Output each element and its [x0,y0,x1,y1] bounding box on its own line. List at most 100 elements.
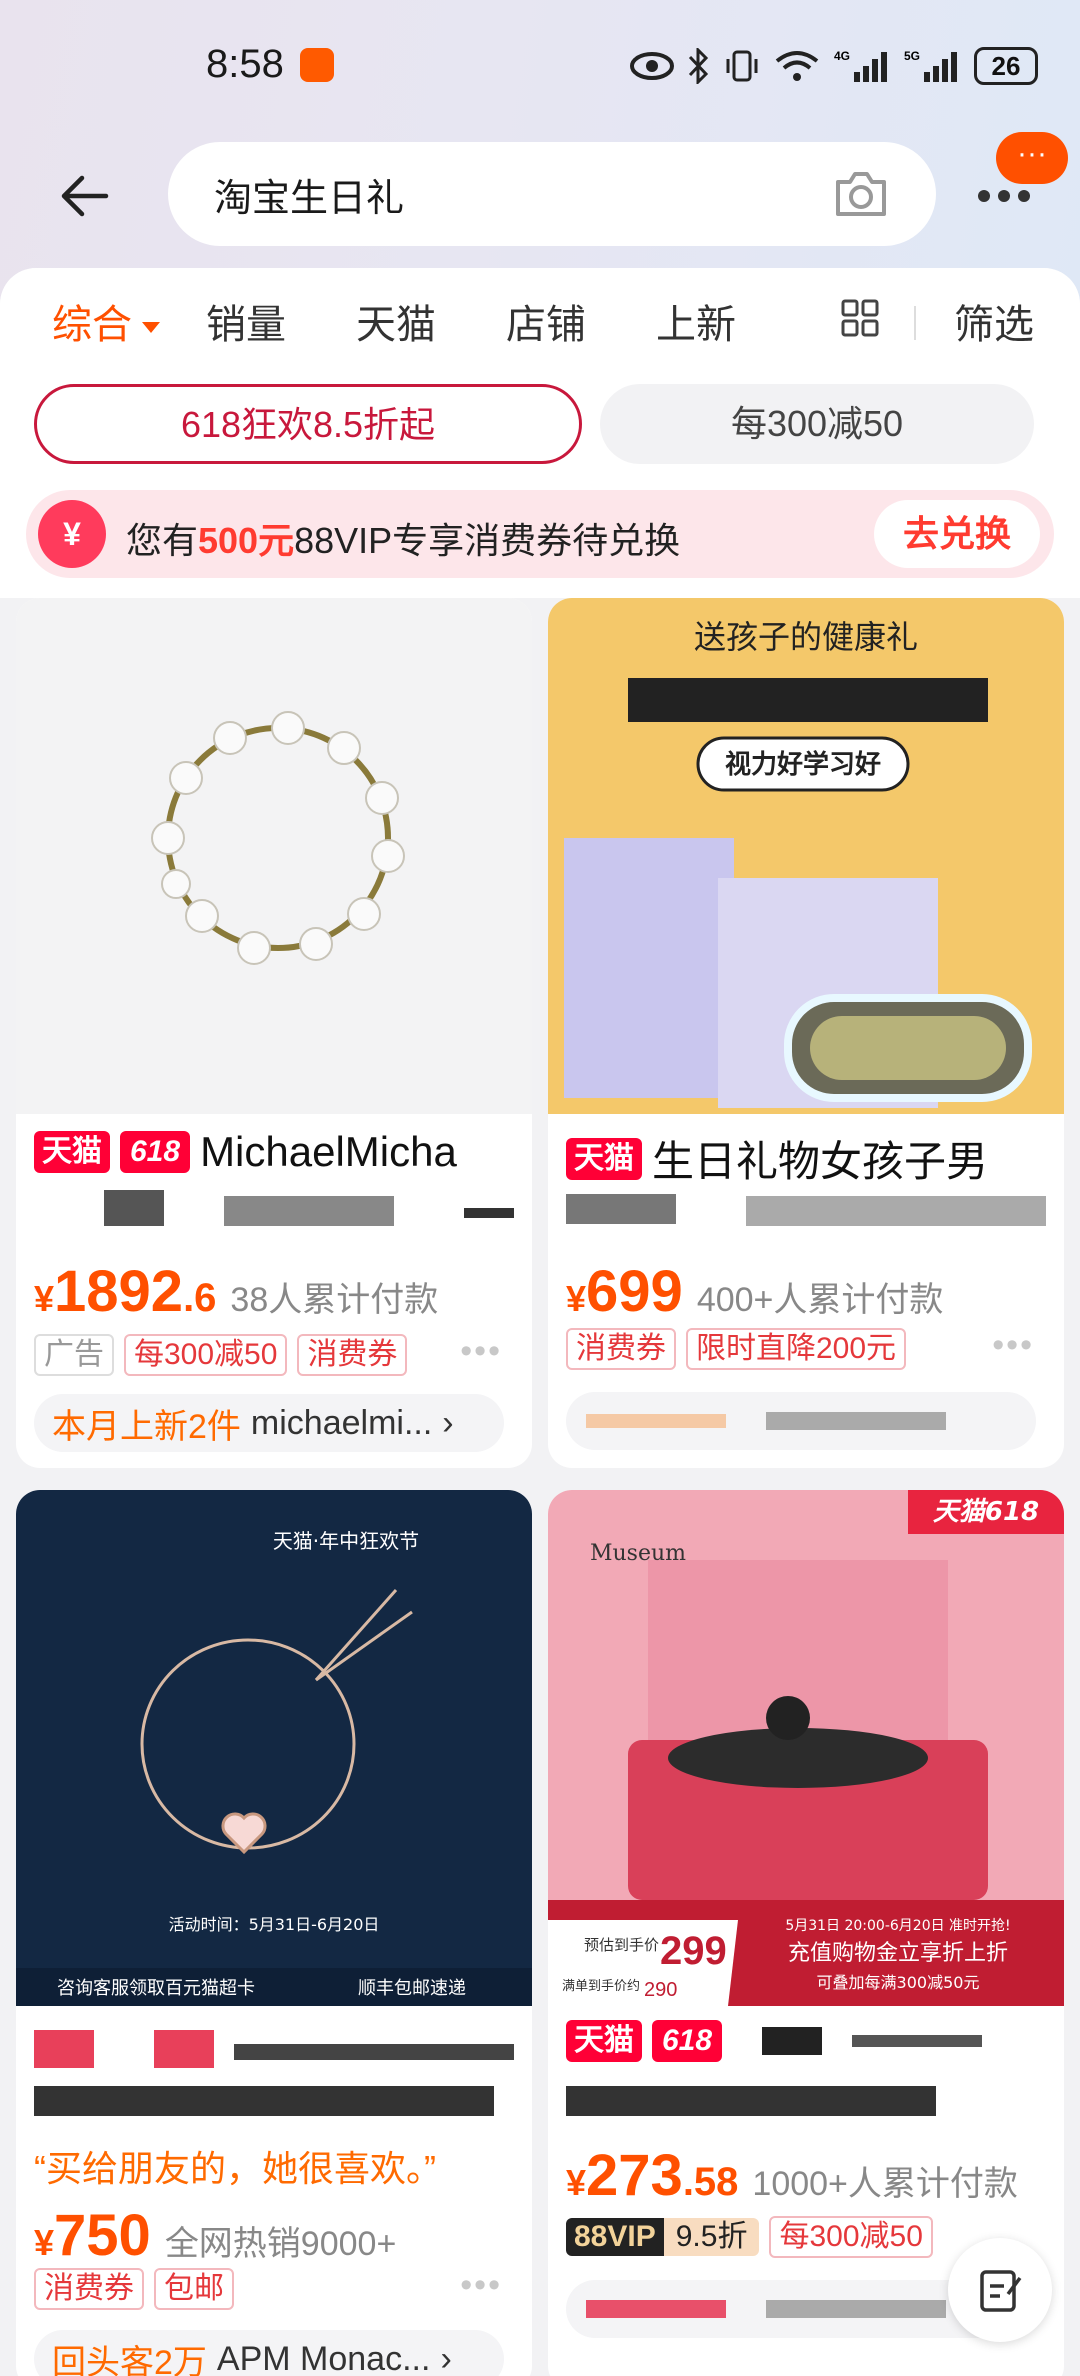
filter-button[interactable]: 筛选 [954,292,1034,350]
tab-divider [914,306,916,340]
tab-new[interactable]: 上新 [656,292,736,350]
back-button[interactable] [48,160,120,232]
product-image-floral-bracelet [16,598,532,1114]
product-image-eye-massager: 送孩子的健康礼 视力好学习好 [548,598,1064,1114]
618-tag: 618 [652,2020,723,2062]
product-card[interactable]: 天猫·年中狂欢节 活动时间：5月31日-6月20日 咨询客服领取百元猫超卡 顺丰… [16,1490,532,2376]
product-card[interactable]: 天猫 618 MichaelMicha ¥1892.6 38人累计付款 广告 每… [16,598,532,1468]
promo-tags: 88VIP 9.5折 每300减50 [566,2216,933,2258]
status-icons: 4G 5G 26 [630,44,1038,88]
svg-text:5月31日 20:00-6月20日 准时开抢!: 5月31日 20:00-6月20日 准时开抢! [785,1917,1010,1934]
product-price: ¥699 [566,1259,683,1324]
svg-text:活动时间：5月31日-6月20日: 活动时间：5月31日-6月20日 [169,1915,380,1934]
svg-text:视力好学习好: 视力好学习好 [725,749,881,780]
promo-tag: 每300减50 [769,2216,933,2258]
price-row: ¥750 全网热销9000+ [34,2202,396,2269]
tmall-tag: 天猫 [34,1131,110,1173]
price-row: ¥273.58 1000+人累计付款 [566,2142,1018,2209]
promo-tag: 消费券 [34,2268,144,2310]
taobao-notification-icon [300,48,334,82]
feedback-button[interactable] [948,2238,1052,2342]
svg-text:天猫618: 天猫618 [933,1497,1039,1527]
tab-comprehensive[interactable]: 综合 [52,292,160,350]
618-tag: 618 [120,1131,191,1173]
svg-text:预估到手价: 预估到手价 [584,1936,659,1954]
sort-tabs: 综合 销量 天猫 店铺 上新 筛选 [0,280,1080,356]
wifi-icon [775,51,819,81]
redacted-info [566,2086,936,2116]
chevron-right-icon: › [442,1403,454,1442]
tab-tmall[interactable]: 天猫 [356,292,436,350]
battery-indicator: 26 [974,47,1038,85]
caret-down-icon [142,321,160,333]
svg-text:4G: 4G [834,49,850,63]
svg-text:满单到手价约: 满单到手价约 [562,1979,640,1994]
bluetooth-icon [688,48,709,84]
product-title: MichaelMicha [200,1128,457,1175]
product-image-record-player: 天猫618 Museum 预估到手价 299 满单到手价约 290 5月31日 … [548,1490,1064,2006]
price-row: ¥699 400+人累计付款 [566,1258,943,1325]
search-query-text: 淘宝生日礼 [214,177,405,220]
more-dots-icon[interactable]: ••• [460,1332,502,1371]
svg-text:299: 299 [660,1929,727,1973]
svg-text:顺丰包邮速递: 顺丰包邮速递 [358,1978,466,1999]
arrow-left-icon [61,175,109,217]
tmall-tag: 天猫 [566,1137,642,1180]
svg-text:咨询客服领取百元猫超卡: 咨询客服领取百元猫超卡 [57,1978,255,1999]
promo-tag: 每300减50 [124,1334,288,1376]
more-dots-icon[interactable]: ••• [460,2266,502,2305]
signal-4g-icon: 4G [834,49,887,82]
sales-count: 38人累计付款 [230,1281,439,1319]
redacted-title [34,2030,514,2116]
promo-tag: 消费券 [566,1328,676,1370]
tab-sales[interactable]: 销量 [206,292,286,350]
message-badge[interactable]: ··· [996,132,1068,184]
promo-tags: 广告 每300减50 消费券 [34,1334,408,1376]
redacted-info [566,1194,1046,1226]
camera-icon[interactable] [832,168,890,220]
product-price: ¥1892.6 [34,1259,217,1324]
chevron-right-icon: › [440,2339,452,2376]
svg-text:可叠加每满300减50元: 可叠加每满300减50元 [817,1973,980,1992]
search-input[interactable]: 淘宝生日礼 [168,142,936,246]
coupon-icon: ¥ [38,500,106,568]
sales-count: 1000+人累计付款 [752,2165,1018,2203]
redacted-shop-link[interactable] [566,1392,1036,1450]
product-title-row: 天猫 618 MichaelMicha [34,1128,457,1176]
product-card[interactable]: 送孩子的健康礼 视力好学习好 天猫 生日礼物女孩子男 ¥699 400+人累计付… [548,598,1064,1468]
more-dots-icon[interactable]: ••• [992,1326,1034,1365]
product-title: 生日礼物女孩子男 [652,1138,989,1185]
svg-text:充值购物金立享折上折: 充值购物金立享折上折 [788,1941,1008,1966]
tab-shops[interactable]: 店铺 [506,292,586,350]
vip-discount-badge: 88VIP 9.5折 [566,2218,760,2256]
svg-text:送孩子的健康礼: 送孩子的健康礼 [694,618,918,656]
product-price: ¥273.58 [566,2143,739,2208]
svg-text:天猫·年中狂欢节: 天猫·年中狂欢节 [273,1529,419,1553]
promo-tag: 限时直降200元 [686,1328,907,1370]
product-price: ¥750 [34,2203,151,2268]
shop-link[interactable]: 本月上新2件 michaelmi... › [34,1394,504,1452]
signal-5g-icon: 5G [904,49,957,82]
grid-view-icon[interactable] [840,298,880,338]
redeem-button[interactable]: 去兑换 [874,500,1040,568]
promo-discount-pill[interactable]: 618狂欢8.5折起 [34,384,582,464]
product-image-heart-bracelet: 天猫·年中狂欢节 活动时间：5月31日-6月20日 咨询客服领取百元猫超卡 顺丰… [16,1490,532,2006]
edit-note-icon [980,2270,1022,2312]
promo-tag: 包邮 [154,2268,234,2310]
promo-coupon-pill[interactable]: 每300减50 [600,384,1034,464]
price-row: ¥1892.6 38人累计付款 [34,1258,438,1325]
tmall-tag: 天猫 [566,2020,642,2062]
shop-link[interactable]: 回头客2万 APM Monac... › [34,2330,504,2376]
product-title-row: 天猫 618 [566,2020,992,2062]
status-time: 8:58 [206,42,284,86]
redacted-info [104,1190,514,1226]
sales-count: 全网热销9000+ [164,2225,397,2263]
promo-tags: 消费券 包邮 [34,2268,234,2310]
vip-coupon-banner[interactable]: ¥ 您有500元88VIP专享消费券待兑换 去兑换 [26,490,1054,578]
vibrate-icon [726,50,758,82]
ad-tag: 广告 [34,1334,114,1376]
eye-icon [630,52,674,80]
status-bar: 8:58 4G 5G 26 [0,0,1080,136]
product-title-row: 天猫 生日礼物女孩子男 [566,1128,988,1189]
sales-count: 400+人累计付款 [696,1281,944,1319]
